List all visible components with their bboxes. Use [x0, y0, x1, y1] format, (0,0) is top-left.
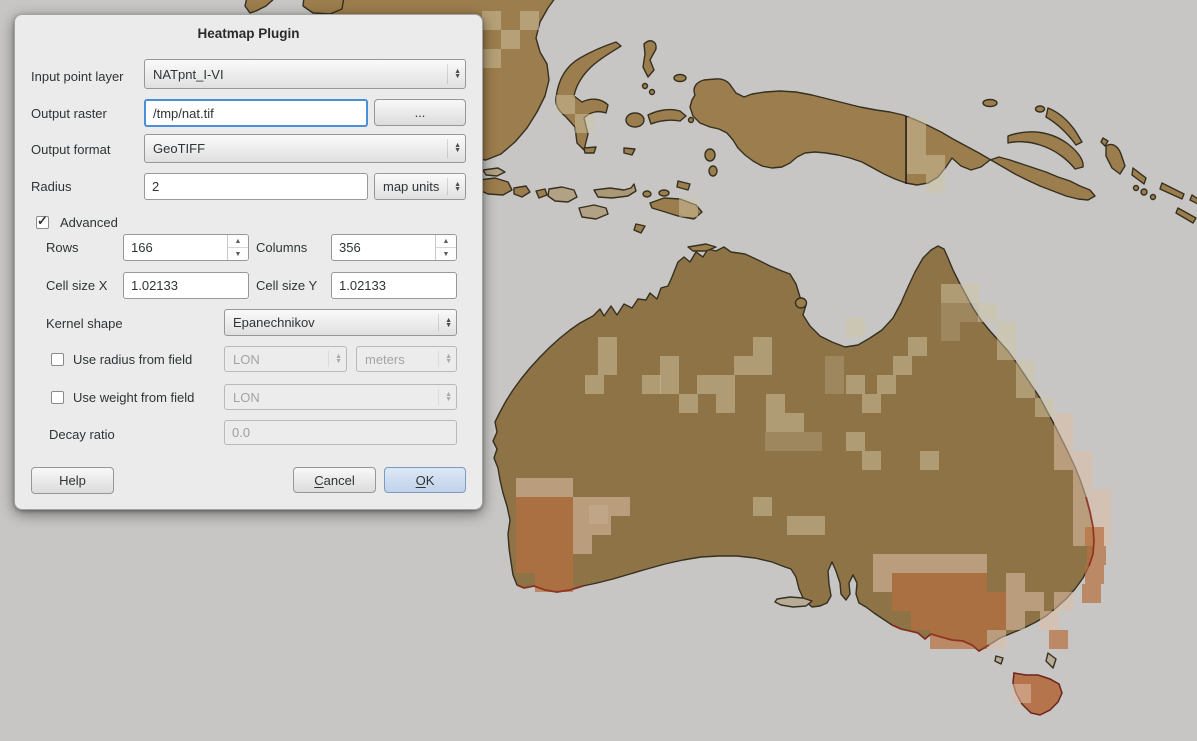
output-raster-label: Output raster [31, 106, 107, 121]
rows-label: Rows [46, 240, 79, 255]
kernel-shape-value: Epanechnikov [233, 315, 438, 330]
combo-arrows-icon: ▲▼ [438, 389, 452, 406]
cell-size-x-input[interactable] [123, 272, 249, 299]
radius-field-combo: LON ▲▼ [224, 346, 347, 372]
output-format-combo[interactable]: GeoTIFF ▲▼ [144, 134, 466, 163]
rows-spinbox[interactable]: ▲ ▼ [123, 234, 249, 261]
use-weight-from-field-label: Use weight from field [73, 390, 194, 405]
input-point-layer-value: NATpnt_I-VI [153, 67, 447, 82]
spin-down-icon[interactable]: ▼ [436, 248, 456, 260]
qgis-screen: Heatmap Plugin Input point layer NATpnt_… [0, 0, 1197, 741]
kernel-shape-combo[interactable]: Epanechnikov ▲▼ [224, 309, 457, 336]
combo-arrows-icon: ▲▼ [447, 64, 461, 84]
browse-button[interactable]: ... [374, 99, 466, 126]
spin-buttons[interactable]: ▲ ▼ [227, 235, 248, 260]
cell-size-y-input[interactable] [331, 272, 457, 299]
ok-button[interactable]: OK [384, 467, 466, 493]
spin-up-icon[interactable]: ▲ [228, 235, 248, 248]
radius-units-value: map units [383, 179, 447, 194]
cell-size-y-label: Cell size Y [256, 278, 317, 293]
spin-down-icon[interactable]: ▼ [228, 248, 248, 260]
dialog-title: Heatmap Plugin [15, 26, 482, 41]
combo-arrows-icon: ▲▼ [438, 351, 452, 368]
landmass-kangaroo-island [775, 597, 812, 607]
radius-units-combo[interactable]: map units ▲▼ [374, 173, 466, 200]
output-format-value: GeoTIFF [153, 141, 447, 156]
combo-arrows-icon: ▲▼ [328, 351, 342, 368]
cell-size-x-label: Cell size X [46, 278, 107, 293]
columns-label: Columns [256, 240, 307, 255]
kernel-shape-label: Kernel shape [46, 316, 123, 331]
radius-field-units-combo: meters ▲▼ [356, 346, 457, 372]
use-weight-from-field-checkbox[interactable]: ✓ [51, 391, 64, 404]
use-radius-from-field-label: Use radius from field [73, 352, 192, 367]
output-format-label: Output format [31, 142, 110, 157]
combo-arrows-icon: ▲▼ [438, 314, 452, 332]
use-radius-from-field-checkbox[interactable]: ✓ [51, 353, 64, 366]
heatmap-plugin-dialog: Heatmap Plugin Input point layer NATpnt_… [14, 14, 483, 510]
combo-arrows-icon: ▲▼ [447, 178, 461, 196]
radius-input[interactable] [144, 173, 368, 200]
radius-label: Radius [31, 179, 71, 194]
radius-field-value: LON [233, 352, 328, 367]
weight-field-value: LON [233, 390, 438, 405]
input-point-layer-label: Input point layer [31, 69, 124, 84]
cancel-button[interactable]: Cancel [293, 467, 376, 493]
advanced-label: Advanced [60, 215, 118, 230]
input-point-layer-combo[interactable]: NATpnt_I-VI ▲▼ [144, 59, 466, 89]
rows-input[interactable] [124, 235, 227, 260]
decay-ratio-label: Decay ratio [49, 427, 115, 442]
output-raster-input[interactable] [144, 99, 368, 127]
advanced-checkbox[interactable]: ✓ [36, 216, 49, 229]
decay-ratio-input [224, 420, 457, 445]
combo-arrows-icon: ▲▼ [447, 139, 461, 158]
help-button[interactable]: Help [31, 467, 114, 494]
columns-spinbox[interactable]: ▲ ▼ [331, 234, 457, 261]
spin-up-icon[interactable]: ▲ [436, 235, 456, 248]
columns-input[interactable] [332, 235, 435, 260]
spin-buttons[interactable]: ▲ ▼ [435, 235, 456, 260]
radius-field-units-value: meters [365, 352, 438, 367]
weight-field-combo: LON ▲▼ [224, 384, 457, 410]
